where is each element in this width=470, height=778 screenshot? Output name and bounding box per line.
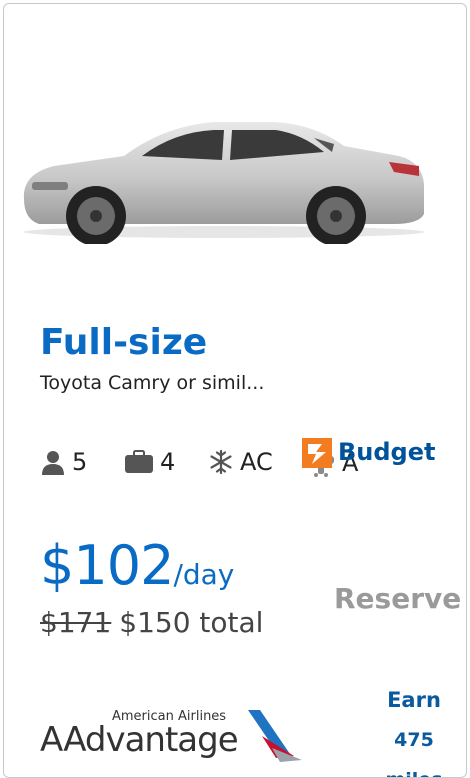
air-conditioning: AC [208, 448, 273, 476]
daily-price: $102/day [40, 534, 234, 597]
aadvantage-logo: American Airlines AAdvantage [40, 709, 302, 762]
reserve-button[interactable]: Reserve [329, 574, 466, 622]
original-total: $171 [40, 606, 112, 639]
price-unit: /day [173, 558, 235, 591]
program-name: AAdvantage [40, 720, 238, 760]
ac-label: AC [240, 448, 273, 476]
car-image [23, 122, 424, 244]
discounted-total: $150 total [119, 606, 264, 639]
car-model: Toyota Camry or simil... [40, 372, 265, 394]
price-amount: $102 [40, 534, 174, 597]
car-rental-card: Full-size Toyota Camry or simil... 5 4 A… [3, 3, 467, 778]
earn-label: Earn [387, 688, 441, 712]
vendor-name: Budget [338, 438, 436, 466]
miles-label: miles [374, 760, 454, 777]
miles-amount: 475 [394, 729, 434, 751]
car-class-title: Full-size [40, 322, 208, 363]
earn-miles: Earn 475 miles [374, 680, 454, 777]
bag-count: 4 [160, 448, 176, 476]
price-totals: $171 $150 total [40, 606, 263, 639]
vendor-logo: Budget [302, 438, 436, 468]
person-icon [42, 451, 64, 475]
snowflake-icon [210, 449, 232, 475]
passenger-capacity: 5 [40, 448, 87, 476]
suitcase-icon [125, 450, 153, 473]
bag-capacity: 4 [124, 448, 175, 476]
passenger-count: 5 [72, 448, 88, 476]
